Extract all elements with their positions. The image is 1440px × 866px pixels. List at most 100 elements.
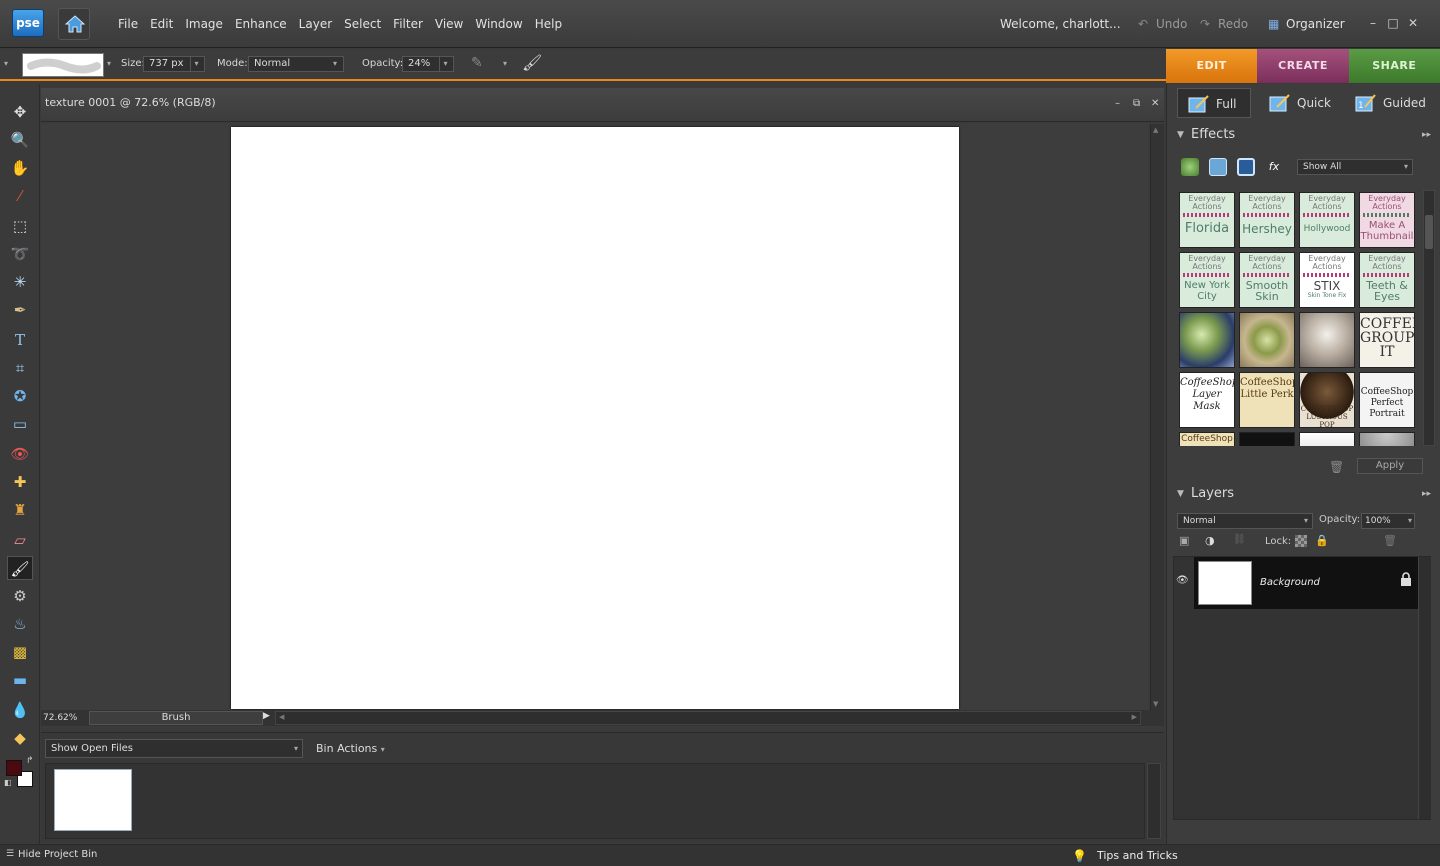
redo-button[interactable]: ↷ Redo <box>1200 0 1248 48</box>
effect-make-a-thumbnail[interactable]: Everyday Actions Make A Thumbnail <box>1359 192 1415 248</box>
scroll-left-icon[interactable]: ◀ <box>279 713 284 721</box>
image-canvas[interactable] <box>231 127 959 709</box>
effect-stix[interactable]: Everyday Actions STIX Skin Tone Fix <box>1299 252 1355 308</box>
menu-select[interactable]: Select <box>338 0 387 48</box>
collapse-triangle-icon[interactable]: ▼ <box>1177 484 1184 504</box>
effect-dark-partial[interactable] <box>1239 432 1295 446</box>
effect-gray-partial[interactable] <box>1359 432 1415 446</box>
menu-image[interactable]: Image <box>179 0 229 48</box>
home-button[interactable] <box>58 8 90 40</box>
menu-view[interactable]: View <box>429 0 469 48</box>
status-menu-arrow-icon[interactable]: ▶ <box>263 711 270 721</box>
horizontal-scrollbar[interactable]: ◀ ▶ <box>275 711 1141 725</box>
effects-panel-header[interactable]: ▼ Effects ▸▸ <box>1173 125 1435 145</box>
effects-scrollbar[interactable] <box>1423 190 1435 446</box>
size-dropdown-icon[interactable]: ▾ <box>190 57 202 71</box>
red-eye-tool-icon[interactable]: 👁 <box>7 442 33 466</box>
all-effects-fx-icon[interactable]: fx <box>1265 158 1283 176</box>
opacity-dropdown-icon[interactable]: ▾ <box>439 57 451 71</box>
scroll-up-icon[interactable]: ▲ <box>1153 126 1158 134</box>
effect-lustrous-pop[interactable]: COFFEESHOP LUSTROUS POP <box>1299 372 1355 428</box>
subtab-quick[interactable]: Quick <box>1259 88 1331 118</box>
marquee-tool-icon[interactable]: ⬚ <box>7 214 33 238</box>
delete-layer-icon[interactable]: 🗑 <box>1383 534 1397 547</box>
airbrush-icon[interactable]: ✎ <box>471 55 483 71</box>
straighten-tool-icon[interactable]: ▭ <box>7 412 33 436</box>
subtab-guided[interactable]: 1 Guided <box>1345 88 1426 118</box>
menu-file[interactable]: File <box>112 0 144 48</box>
effect-smooth-skin[interactable]: Everyday Actions Smooth Skin <box>1239 252 1295 308</box>
size-field[interactable]: 737 px ▾ <box>143 56 205 72</box>
doc-close-icon[interactable]: ✕ <box>1151 98 1159 109</box>
foreground-color-swatch[interactable] <box>6 760 22 776</box>
organizer-button[interactable]: ▦ Organizer <box>1268 0 1345 48</box>
adjustment-layer-icon[interactable]: ◑ <box>1205 534 1215 547</box>
healing-brush-tool-icon[interactable]: ✚ <box>7 470 33 494</box>
tab-share[interactable]: SHARE <box>1348 49 1440 83</box>
options-menu-icon[interactable]: ▾ <box>4 59 8 68</box>
doc-restore-icon[interactable]: ⧉ <box>1133 98 1140 109</box>
bin-actions-menu[interactable]: Bin Actions ▾ <box>316 739 385 759</box>
collapse-bin-icon[interactable]: ☰ <box>6 849 14 859</box>
scroll-down-icon[interactable]: ▼ <box>1153 700 1158 708</box>
subtab-full[interactable]: Full <box>1177 88 1251 118</box>
quick-selection-tool-icon[interactable]: ✒ <box>7 298 33 322</box>
blur-tool-icon[interactable]: 💧 <box>7 698 33 722</box>
doc-minimize-icon[interactable]: – <box>1115 98 1120 109</box>
lock-all-icon[interactable]: 🔒 <box>1315 534 1329 547</box>
menu-filter[interactable]: Filter <box>387 0 429 48</box>
undo-button[interactable]: ↶ Undo <box>1138 0 1187 48</box>
effects-filter-select[interactable]: Show All ▾ <box>1297 159 1413 175</box>
layers-scrollbar[interactable] <box>1418 557 1431 819</box>
eyedropper-tool-icon[interactable]: ⁄ <box>7 184 33 208</box>
effect-coffeeshop-partial[interactable]: CoffeeShop <box>1179 432 1235 446</box>
effect-blue-apple[interactable] <box>1179 312 1235 368</box>
menu-enhance[interactable]: Enhance <box>229 0 293 48</box>
effect-light-partial[interactable] <box>1299 432 1355 446</box>
link-layers-icon[interactable]: ⛓ <box>1233 534 1246 545</box>
apply-effect-button[interactable]: Apply <box>1357 458 1423 474</box>
tab-edit[interactable]: EDIT <box>1166 49 1258 83</box>
clone-stamp-tool-icon[interactable]: ♜ <box>7 498 33 522</box>
airbrush-dropdown-icon[interactable]: ▾ <box>503 59 507 68</box>
hand-tool-icon[interactable]: ✋ <box>7 156 33 180</box>
menu-edit[interactable]: Edit <box>144 0 179 48</box>
panel-menu-icon[interactable]: ▸▸ <box>1422 125 1431 145</box>
layer-opacity-field[interactable]: 100% ▾ <box>1361 513 1415 529</box>
minimize-icon[interactable]: – <box>1366 16 1380 30</box>
lock-transparency-icon[interactable] <box>1295 535 1307 547</box>
opacity-field[interactable]: 24% ▾ <box>402 56 454 72</box>
effect-sepia-apple[interactable] <box>1239 312 1295 368</box>
zoom-level[interactable]: 72.62% <box>43 710 77 726</box>
tab-create[interactable]: CREATE <box>1257 49 1349 83</box>
effect-new-york-city[interactable]: Everyday Actions New York City <box>1179 252 1235 308</box>
status-info-selector[interactable]: Brush <box>89 711 263 725</box>
maximize-icon[interactable]: □ <box>1386 16 1400 30</box>
effect-little-perk[interactable]: CoffeeShop Little Perk <box>1239 372 1295 428</box>
close-icon[interactable]: ✕ <box>1406 16 1420 30</box>
default-colors-icon[interactable]: ◧ <box>4 778 12 787</box>
collapse-triangle-icon[interactable]: ▼ <box>1177 125 1184 145</box>
open-file-thumbnail[interactable] <box>54 769 132 831</box>
layer-opacity-dropdown-icon[interactable]: ▾ <box>1408 514 1412 528</box>
type-tool-icon[interactable]: T <box>7 328 33 352</box>
magic-wand-tool-icon[interactable]: ✳ <box>7 270 33 294</box>
eraser-tool-icon[interactable]: ▱ <box>7 528 33 552</box>
panel-menu-icon[interactable]: ▸▸ <box>1422 484 1431 504</box>
sponge-tool-icon[interactable]: ◆ <box>7 726 33 750</box>
effect-florida[interactable]: Everyday Actions Florida <box>1179 192 1235 248</box>
menu-layer[interactable]: Layer <box>293 0 338 48</box>
scroll-right-icon[interactable]: ▶ <box>1132 713 1137 721</box>
vertical-scrollbar[interactable]: ▲ ▼ <box>1150 124 1164 710</box>
effect-teeth-eyes[interactable]: Everyday Actions Teeth & Eyes <box>1359 252 1415 308</box>
brush-preset-picker[interactable] <box>22 53 104 77</box>
layer-visibility-eye-icon[interactable]: 👁 <box>1176 575 1189 586</box>
mode-select[interactable]: Normal ▾ <box>248 56 344 72</box>
layer-row-background[interactable]: Background <box>1194 557 1426 609</box>
layer-styles-category-icon[interactable] <box>1209 158 1227 176</box>
brush-picker-arrow-icon[interactable]: ▾ <box>107 59 111 68</box>
effect-group-it[interactable]: COFFEESHOP GROUP IT <box>1359 312 1415 368</box>
show-open-files-select[interactable]: Show Open Files ▾ <box>45 739 303 758</box>
smart-brush-tool-icon[interactable]: ⚙ <box>7 584 33 608</box>
brush-tool-icon[interactable]: 🖌 <box>7 556 33 580</box>
